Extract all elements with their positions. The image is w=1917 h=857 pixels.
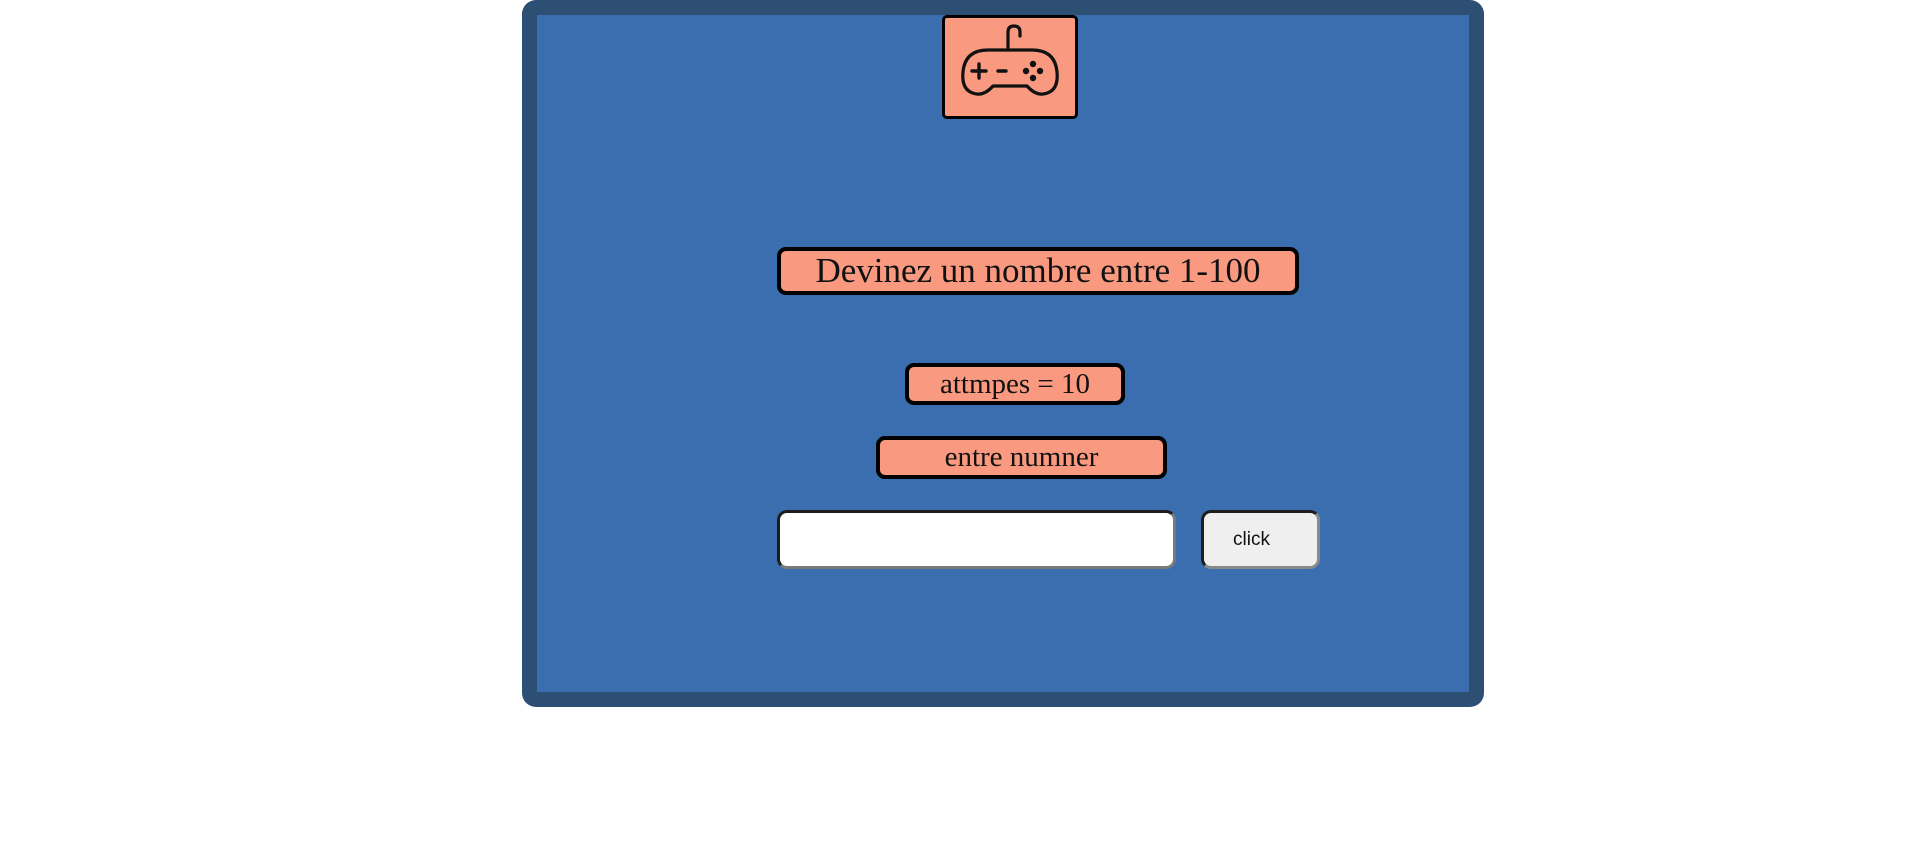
number-input[interactable] [777,510,1176,569]
input-prompt-label: entre numner [876,436,1167,479]
game-logo [942,15,1078,119]
gamepad-icon [961,24,1059,96]
game-container: Devinez un nombre entre 1-100 attmpes = … [522,0,1484,707]
submit-button[interactable]: click [1201,510,1320,569]
attempts-counter: attmpes = 10 [905,363,1125,405]
game-title: Devinez un nombre entre 1-100 [777,247,1299,295]
